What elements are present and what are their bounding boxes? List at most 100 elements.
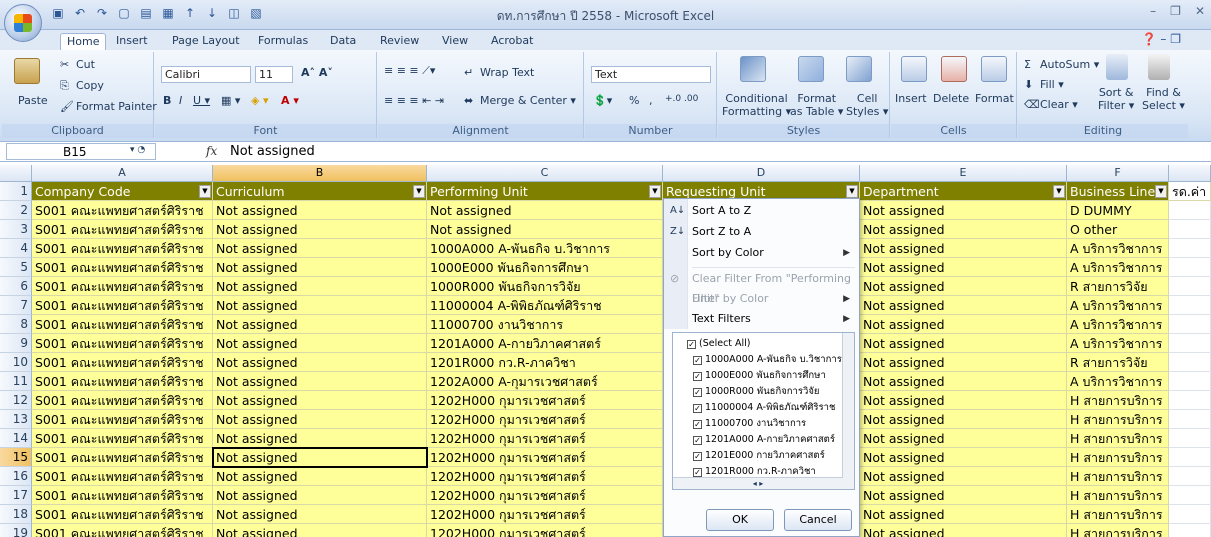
- grid-cell[interactable]: Not assigned: [427, 220, 663, 239]
- grid-cell[interactable]: [1169, 201, 1211, 220]
- grid-cell[interactable]: Not assigned: [860, 524, 1067, 537]
- grid-cell[interactable]: A บริการวิชาการ: [1067, 372, 1169, 391]
- column-header-b[interactable]: B: [213, 165, 427, 182]
- grid-cell[interactable]: S001 คณะแพทยศาสตร์ศิริราช: [32, 220, 213, 239]
- grid-cell[interactable]: D DUMMY: [1067, 201, 1169, 220]
- font-color-icon[interactable]: A ▾: [281, 94, 299, 107]
- select-all-corner[interactable]: [0, 165, 32, 182]
- grid-cell[interactable]: H สายการบริการ: [1067, 410, 1169, 429]
- filter-values-list[interactable]: ◂ ▸ ✓ (Select All) ✓ 1000A000 A-พันธกิจ บ.ว…: [672, 332, 855, 490]
- grid-cell[interactable]: Not assigned: [213, 353, 427, 372]
- grid-cell[interactable]: Not assigned: [213, 296, 427, 315]
- row-header[interactable]: 17: [0, 486, 32, 505]
- grid-cell[interactable]: Not assigned: [860, 353, 1067, 372]
- grid-cell[interactable]: H สายการบริการ: [1067, 448, 1169, 467]
- number-format-select[interactable]: Text: [591, 66, 711, 83]
- grid-cell[interactable]: 1202H000 กุมารเวชศาสตร์: [427, 410, 663, 429]
- grid-cell[interactable]: S001 คณะแพทยศาสตร์ศิริราช: [32, 315, 213, 334]
- merge-center-button[interactable]: ⬌ Merge & Center ▾: [464, 94, 576, 108]
- grid-cell[interactable]: Not assigned: [860, 429, 1067, 448]
- grid-cell[interactable]: Not assigned: [213, 258, 427, 277]
- filter-dropdown-icon[interactable]: ▼: [199, 185, 211, 198]
- grid-cell[interactable]: [1169, 372, 1211, 391]
- grid-cell[interactable]: Not assigned: [860, 220, 1067, 239]
- header-cell[interactable]: รด.ค่า: [1169, 182, 1211, 201]
- grid-cell[interactable]: Not assigned: [860, 486, 1067, 505]
- grid-cell[interactable]: 1201A000 A-กายวิภาคศาสตร์: [427, 334, 663, 353]
- grid-cell[interactable]: [1169, 486, 1211, 505]
- row-header[interactable]: 11: [0, 372, 32, 391]
- grid-cell[interactable]: Not assigned: [213, 505, 427, 524]
- grid-cell[interactable]: S001 คณะแพทยศาสตร์ศิริราช: [32, 258, 213, 277]
- filter-dropdown-icon[interactable]: ▼: [1155, 185, 1167, 198]
- close-icon[interactable]: ✕: [1195, 4, 1205, 18]
- filter-value-checkbox[interactable]: ✓ 11000700 งานวิชาการ: [693, 417, 806, 431]
- grid-cell[interactable]: S001 คณะแพทยศาสตร์ศิริราช: [32, 239, 213, 258]
- grid-cell[interactable]: 1202H000 กุมารเวชศาสตร์: [427, 505, 663, 524]
- grid-cell[interactable]: H สายการบริการ: [1067, 505, 1169, 524]
- align-top-icon[interactable]: ≡ ≡ ≡ ⟋▾: [384, 64, 435, 78]
- filter-value-checkbox[interactable]: ✓ 1201A000 A-กายวิภาคศาสตร์: [693, 433, 835, 447]
- cell-styles-button[interactable]: Cell Styles ▾: [846, 92, 888, 118]
- filter-value-checkbox[interactable]: ✓ 1000R000 พันธกิจการวิจัย: [693, 385, 819, 399]
- grid-cell[interactable]: Not assigned: [213, 277, 427, 296]
- grid-cell[interactable]: Not assigned: [213, 239, 427, 258]
- grid-cell[interactable]: S001 คณะแพทยศาสตร์ศิริราช: [32, 448, 213, 467]
- row-header[interactable]: 10: [0, 353, 32, 372]
- row-header[interactable]: 16: [0, 467, 32, 486]
- grid-cell[interactable]: R สายการวิจัย: [1067, 353, 1169, 372]
- grid-cell[interactable]: [1169, 258, 1211, 277]
- percent-button[interactable]: %: [629, 94, 639, 107]
- header-cell[interactable]: Performing Unit ▼: [427, 182, 663, 201]
- grid-cell[interactable]: Not assigned: [860, 201, 1067, 220]
- grid-cell[interactable]: Not assigned: [213, 220, 427, 239]
- clear-button[interactable]: ⌫Clear ▾: [1024, 98, 1078, 112]
- grid-cell[interactable]: [1169, 239, 1211, 258]
- filter-value-checkbox[interactable]: ✓ 1201R000 กว.R-ภาควิชา: [693, 465, 816, 479]
- header-cell[interactable]: Curriculum ▼: [213, 182, 427, 201]
- cut-button[interactable]: ✂ Cut: [60, 58, 95, 72]
- grid-cell[interactable]: 1000R000 พันธกิจการวิจัย: [427, 277, 663, 296]
- format-button[interactable]: Format: [975, 92, 1014, 105]
- grid-cell[interactable]: A บริการวิชาการ: [1067, 296, 1169, 315]
- grow-font-icon[interactable]: A˄ A˅: [301, 66, 333, 79]
- tab-insert[interactable]: Insert: [110, 33, 154, 50]
- tab-formulas[interactable]: Formulas: [252, 33, 314, 50]
- grid-cell[interactable]: R สายการวิจัย: [1067, 277, 1169, 296]
- filter-value-checkbox[interactable]: ✓ 1000E000 พันธกิจการศึกษา: [693, 369, 826, 383]
- row-header[interactable]: 4: [0, 239, 32, 258]
- column-header-c[interactable]: C: [427, 165, 663, 182]
- grid-cell[interactable]: Not assigned: [213, 372, 427, 391]
- insert-button[interactable]: Insert: [895, 92, 927, 105]
- grid-cell[interactable]: S001 คณะแพทยศาสตร์ศิริราช: [32, 277, 213, 296]
- wrap-text-button[interactable]: ↵ Wrap Text: [464, 66, 534, 80]
- worksheet-grid[interactable]: A B C D E F 1 Company Code ▼ Curriculum ▼ Performin…: [0, 165, 1211, 537]
- grid-cell[interactable]: S001 คณะแพทยศาสตร์ศิริราช: [32, 334, 213, 353]
- grid-cell[interactable]: Not assigned: [213, 391, 427, 410]
- text-filters-item[interactable]: Text Filters ▶: [670, 309, 858, 329]
- row-header[interactable]: 19: [0, 524, 32, 537]
- grid-cell[interactable]: S001 คณะแพทยศาสตร์ศิริราช: [32, 486, 213, 505]
- row-header[interactable]: 7: [0, 296, 32, 315]
- grid-cell[interactable]: 11000004 A-พิพิธภัณฑ์ศิริราช: [427, 296, 663, 315]
- filter-dropdown-icon[interactable]: ▼: [649, 185, 661, 198]
- conditional-formatting-button[interactable]: Conditional Formatting ▾: [722, 92, 791, 118]
- grid-cell[interactable]: A บริการวิชาการ: [1067, 315, 1169, 334]
- grid-cell[interactable]: Not assigned: [860, 277, 1067, 296]
- cancel-button[interactable]: Cancel: [784, 509, 852, 531]
- find-select-button[interactable]: Find & Select ▾: [1142, 86, 1185, 112]
- filter-dropdown-icon[interactable]: ▼: [413, 185, 425, 198]
- italic-icon[interactable]: I: [179, 94, 182, 107]
- office-button[interactable]: [4, 4, 42, 42]
- column-header-a[interactable]: A: [32, 165, 213, 182]
- list-vertical-scrollbar[interactable]: [842, 333, 854, 489]
- header-cell[interactable]: Company Code ▼: [32, 182, 213, 201]
- borders-icon[interactable]: ▦ ▾: [221, 94, 240, 107]
- grid-cell[interactable]: Not assigned: [860, 239, 1067, 258]
- row-header[interactable]: 2: [0, 201, 32, 220]
- grid-cell[interactable]: O other: [1067, 220, 1169, 239]
- grid-cell[interactable]: H สายการบริการ: [1067, 429, 1169, 448]
- grid-cell[interactable]: S001 คณะแพทยศาสตร์ศิริราช: [32, 524, 213, 537]
- filter-value-checkbox[interactable]: ✓ 1000A000 A-พันธกิจ บ.วิชาการ: [693, 353, 842, 367]
- grid-cell[interactable]: Not assigned: [213, 429, 427, 448]
